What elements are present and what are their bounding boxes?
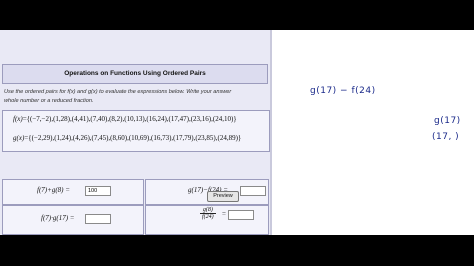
- answer-3-input[interactable]: [85, 214, 111, 224]
- question-1-cell: f(7)+g(8) = 100: [2, 179, 144, 205]
- problem-title: Operations on Functions Using Ordered Pa…: [2, 64, 268, 84]
- question-3-expression: f(7)·g(17) =: [41, 214, 75, 222]
- ordered-pairs-box: f(x)={(−7,−2),(1,28),(4,41),(7,40),(8,2)…: [2, 110, 270, 152]
- question-1-expression: f(7)+g(8) =: [37, 186, 70, 194]
- f-pairs-row: f(x)={(−7,−2),(1,28),(4,41),(7,40),(8,2)…: [13, 115, 237, 123]
- question-4-numerator: g(8): [200, 207, 216, 214]
- question-4-equals: =: [222, 210, 226, 218]
- instructions: Use the ordered pairs for f(x) and g(x) …: [4, 88, 268, 106]
- f-pairs: ={(−7,−2),(1,28),(4,41),(7,40),(8,2),(10…: [22, 115, 237, 123]
- f-label: f(x): [13, 115, 23, 123]
- g-pairs: ={(−2,29),(1,24),(4,26),(7,45),(8,60),(1…: [24, 134, 242, 142]
- answer-1-input[interactable]: 100: [85, 186, 111, 196]
- g-pairs-row: g(x)={(−2,29),(1,24),(4,26),(7,45),(8,60…: [13, 134, 241, 142]
- question-4-fraction: g(8) f(24): [200, 207, 216, 220]
- answer-2-input[interactable]: [240, 186, 266, 196]
- problem-panel: Operations on Functions Using Ordered Pa…: [0, 30, 272, 235]
- screen-area: Operations on Functions Using Ordered Pa…: [0, 30, 474, 235]
- handwritten-note-2: g(17): [434, 116, 461, 126]
- instructions-line-2: whole number or a reduced fraction.: [4, 98, 94, 104]
- question-4-denominator: f(24): [202, 214, 214, 220]
- instructions-line-1: Use the ordered pairs for f(x) and g(x) …: [4, 89, 232, 95]
- handwritten-note-3: (17, ): [432, 132, 460, 142]
- question-4-cell: g(8) f(24) =: [145, 205, 269, 235]
- g-label: g(x): [13, 134, 25, 142]
- answer-4-input[interactable]: [228, 210, 254, 220]
- handwritten-note-1: g(17) − f(24): [310, 86, 376, 96]
- question-3-cell: f(7)·g(17) =: [2, 205, 144, 235]
- preview-button[interactable]: Preview: [207, 191, 239, 202]
